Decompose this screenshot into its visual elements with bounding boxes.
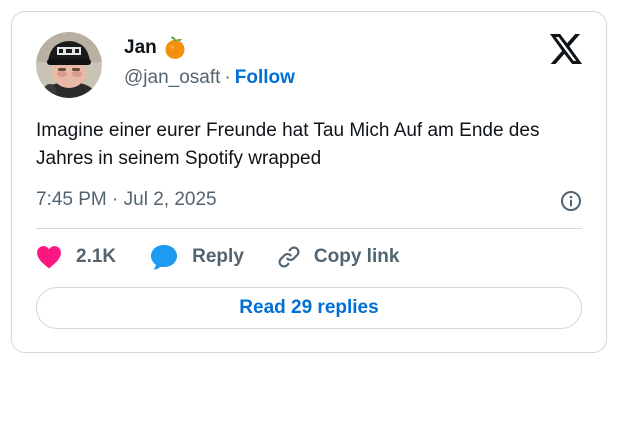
tweet-card: Jan @jan_osaft · Follow Imagine einer eure…: [11, 11, 607, 353]
author-name[interactable]: Jan: [124, 36, 157, 60]
link-icon: [278, 246, 300, 268]
orange-emoji-icon: [163, 36, 187, 60]
copy-link-button[interactable]: Copy link: [276, 244, 400, 270]
separator-dot: ·: [224, 67, 231, 88]
like-button[interactable]: 2.1K: [36, 245, 116, 269]
tweet-timestamp[interactable]: 7:45 PM · Jul 2, 2025: [36, 188, 217, 212]
speech-bubble-icon: [151, 245, 178, 270]
author-handle-row: @jan_osaft · Follow: [124, 66, 295, 90]
reply-button[interactable]: Reply: [150, 244, 244, 270]
reply-label: Reply: [192, 246, 244, 267]
author-handle[interactable]: @jan_osaft: [124, 67, 220, 88]
follow-button[interactable]: Follow: [235, 67, 295, 88]
tweet-text: Imagine einer eurer Freunde hat Tau Mich…: [36, 120, 540, 169]
like-count: 2.1K: [76, 246, 117, 267]
copy-link-label: Copy link: [313, 246, 400, 267]
divider: [36, 228, 582, 229]
x-logo-icon[interactable]: [550, 34, 582, 64]
author-name-row: Jan: [124, 36, 187, 60]
info-icon[interactable]: [560, 190, 582, 212]
avatar[interactable]: [36, 32, 102, 98]
read-replies-button[interactable]: Read 29 replies: [36, 287, 582, 329]
heart-icon: [37, 246, 61, 269]
action-bar: 2.1K Reply Copy link: [36, 243, 399, 271]
